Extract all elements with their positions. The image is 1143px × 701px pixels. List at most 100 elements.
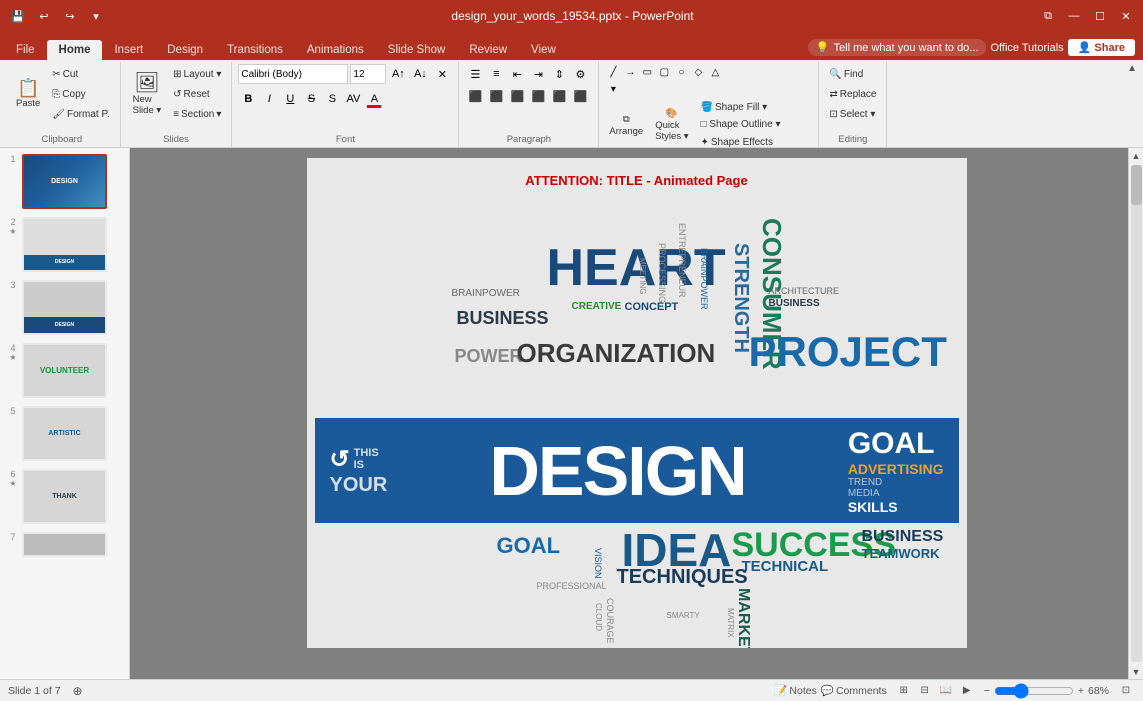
slide-thumbnail-2[interactable]: DESIGN bbox=[22, 217, 107, 272]
increase-font-btn[interactable]: A↑ bbox=[388, 64, 408, 84]
tab-transitions[interactable]: Transitions bbox=[215, 40, 295, 60]
italic-button[interactable]: I bbox=[259, 89, 279, 109]
shape-outline-button[interactable]: □ Shape Outline ▾ bbox=[696, 118, 784, 131]
shape-diamond-btn[interactable]: ◇ bbox=[690, 64, 706, 80]
slide-canvas[interactable]: ATTENTION: TITLE - Animated Page HEART C… bbox=[307, 158, 967, 648]
slide-thumbnail-3[interactable]: DESIGN bbox=[22, 280, 107, 335]
restore-window-btn[interactable]: ⧉ bbox=[1039, 7, 1057, 25]
slide-thumbnail-7[interactable] bbox=[22, 532, 107, 557]
align-center-btn[interactable]: ⬛ bbox=[486, 86, 506, 106]
slide-sorter-btn[interactable]: ⊟ bbox=[916, 683, 934, 699]
arrange-button[interactable]: ⧉ Arrange bbox=[605, 112, 647, 139]
columns-btn[interactable]: ⬛ bbox=[549, 86, 569, 106]
strikethrough-button[interactable]: S bbox=[301, 89, 321, 109]
shape-oval-btn[interactable]: ○ bbox=[673, 64, 689, 80]
copy-button[interactable]: ⎘ Copy bbox=[48, 88, 113, 101]
shape-fill-button[interactable]: 🪣 Shape Fill ▾ bbox=[696, 101, 784, 114]
slide-thumbnail-4[interactable]: VOLUNTEER bbox=[22, 343, 107, 398]
clear-format-btn[interactable]: ✕ bbox=[432, 64, 452, 84]
section-button[interactable]: ≡ Section ▾ bbox=[169, 108, 225, 121]
collapse-ribbon-btn[interactable]: ▲ bbox=[1127, 63, 1137, 74]
cut-button[interactable]: ✂ Cut bbox=[48, 68, 113, 81]
underline-button[interactable]: U bbox=[280, 89, 300, 109]
quick-styles-button[interactable]: 🎨 QuickStyles ▾ bbox=[651, 106, 692, 144]
line-spacing-btn[interactable]: ⬛ bbox=[570, 86, 590, 106]
slide-thumbnail-6[interactable]: THANK bbox=[22, 469, 107, 524]
slide-thumb-3[interactable]: 3 DESIGN bbox=[6, 278, 123, 337]
slide-thumb-6[interactable]: 6★ THANK bbox=[6, 467, 123, 526]
decrease-indent-btn[interactable]: ⇤ bbox=[507, 64, 527, 84]
redo-qat-btn[interactable]: ↪ bbox=[60, 6, 80, 26]
undo-qat-btn[interactable]: ↩ bbox=[34, 6, 54, 26]
tab-review[interactable]: Review bbox=[457, 40, 519, 60]
reading-view-btn[interactable]: 📖 bbox=[937, 683, 955, 699]
accessibility-icon[interactable]: ⊕ bbox=[73, 684, 83, 698]
close-window-btn[interactable]: ✕ bbox=[1117, 7, 1135, 25]
numbering-btn[interactable]: ≡ bbox=[486, 64, 506, 84]
zoom-out-btn[interactable]: − bbox=[984, 685, 990, 697]
scroll-track[interactable] bbox=[1131, 165, 1142, 662]
bold-button[interactable]: B bbox=[238, 89, 258, 109]
tell-me-input[interactable]: 💡 Tell me what you want to do... bbox=[808, 39, 987, 56]
slide-show-btn[interactable]: ▶ bbox=[958, 683, 976, 699]
shape-rect-btn[interactable]: ▭ bbox=[639, 64, 655, 80]
office-tutorials-link[interactable]: Office Tutorials bbox=[990, 42, 1063, 54]
normal-view-btn[interactable]: ⊞ bbox=[895, 683, 913, 699]
maximize-window-btn[interactable]: ☐ bbox=[1091, 7, 1109, 25]
slide-thumb-5[interactable]: 5 ARTISTIC bbox=[6, 404, 123, 463]
layout-button[interactable]: ⊞ Layout ▾ bbox=[169, 68, 225, 81]
slide-thumb-4[interactable]: 4★ VOLUNTEER bbox=[6, 341, 123, 400]
tab-view[interactable]: View bbox=[519, 40, 568, 60]
reset-button[interactable]: ↺ Reset bbox=[169, 88, 225, 101]
paste-button[interactable]: 📋 Paste bbox=[10, 64, 46, 124]
shape-rounded-rect-btn[interactable]: ▢ bbox=[656, 64, 672, 80]
scroll-down-arrow[interactable]: ▼ bbox=[1129, 664, 1143, 679]
fit-slide-btn[interactable]: ⊡ bbox=[1117, 683, 1135, 699]
save-qat-btn[interactable]: 💾 bbox=[8, 6, 28, 26]
slide-thumb-7[interactable]: 7 bbox=[6, 530, 123, 559]
minimize-window-btn[interactable]: — bbox=[1065, 7, 1083, 25]
convert-to-smartart-btn[interactable]: ⚙ bbox=[570, 64, 590, 84]
replace-button[interactable]: ⇄ Replace bbox=[825, 88, 880, 101]
align-left-btn[interactable]: ⬛ bbox=[465, 86, 485, 106]
shape-triangle-btn[interactable]: △ bbox=[707, 64, 723, 80]
tab-slideshow[interactable]: Slide Show bbox=[376, 40, 458, 60]
format-painter-button[interactable]: 🖌 Format P. bbox=[48, 108, 113, 121]
align-right-btn[interactable]: ⬛ bbox=[507, 86, 527, 106]
shadow-button[interactable]: S bbox=[322, 89, 342, 109]
canvas-area[interactable]: ATTENTION: TITLE - Animated Page HEART C… bbox=[130, 148, 1143, 679]
shape-arrow-btn[interactable]: → bbox=[622, 64, 638, 80]
select-button[interactable]: ⊡ Select ▾ bbox=[825, 108, 880, 121]
decrease-font-btn[interactable]: A↓ bbox=[410, 64, 430, 84]
scroll-thumb[interactable] bbox=[1131, 165, 1142, 205]
new-slide-button[interactable]: 🖼 NewSlide ▾ bbox=[127, 64, 168, 124]
slide-panel[interactable]: 1 DESIGN 2★ DESIGN 3 bbox=[0, 148, 130, 679]
font-color-btn[interactable]: A bbox=[364, 89, 384, 109]
find-button[interactable]: 🔍 Find bbox=[825, 68, 880, 81]
slide-thumbnail-5[interactable]: ARTISTIC bbox=[22, 406, 107, 461]
font-name-input[interactable] bbox=[238, 64, 348, 84]
zoom-in-btn[interactable]: + bbox=[1078, 685, 1084, 697]
shape-effects-button[interactable]: ✦ Shape Effects bbox=[696, 136, 784, 149]
char-spacing-btn[interactable]: AV bbox=[343, 89, 363, 109]
text-direction-btn[interactable]: ⇕ bbox=[549, 64, 569, 84]
right-scrollbar[interactable]: ▲ ▼ bbox=[1128, 148, 1143, 679]
slide-thumb-2[interactable]: 2★ DESIGN bbox=[6, 215, 123, 274]
scroll-up-arrow[interactable]: ▲ bbox=[1129, 148, 1143, 163]
comments-btn[interactable]: 💬 Comments bbox=[821, 684, 887, 697]
tab-home[interactable]: Home bbox=[47, 40, 103, 60]
slide-thumbnail-1[interactable]: DESIGN bbox=[22, 154, 107, 209]
tab-animations[interactable]: Animations bbox=[295, 40, 376, 60]
bullets-btn[interactable]: ☰ bbox=[465, 64, 485, 84]
increase-indent-btn[interactable]: ⇥ bbox=[528, 64, 548, 84]
tab-file[interactable]: File bbox=[4, 40, 47, 60]
slide-thumb-1[interactable]: 1 DESIGN bbox=[6, 152, 123, 211]
tab-insert[interactable]: Insert bbox=[102, 40, 155, 60]
shape-line-btn[interactable]: ╱ bbox=[605, 64, 621, 80]
tab-design[interactable]: Design bbox=[155, 40, 215, 60]
zoom-slider[interactable] bbox=[994, 683, 1074, 699]
notes-btn[interactable]: 📝 Notes bbox=[774, 684, 817, 697]
justify-btn[interactable]: ⬛ bbox=[528, 86, 548, 106]
share-button[interactable]: 👤 Share bbox=[1068, 39, 1135, 56]
font-size-input[interactable] bbox=[350, 64, 386, 84]
